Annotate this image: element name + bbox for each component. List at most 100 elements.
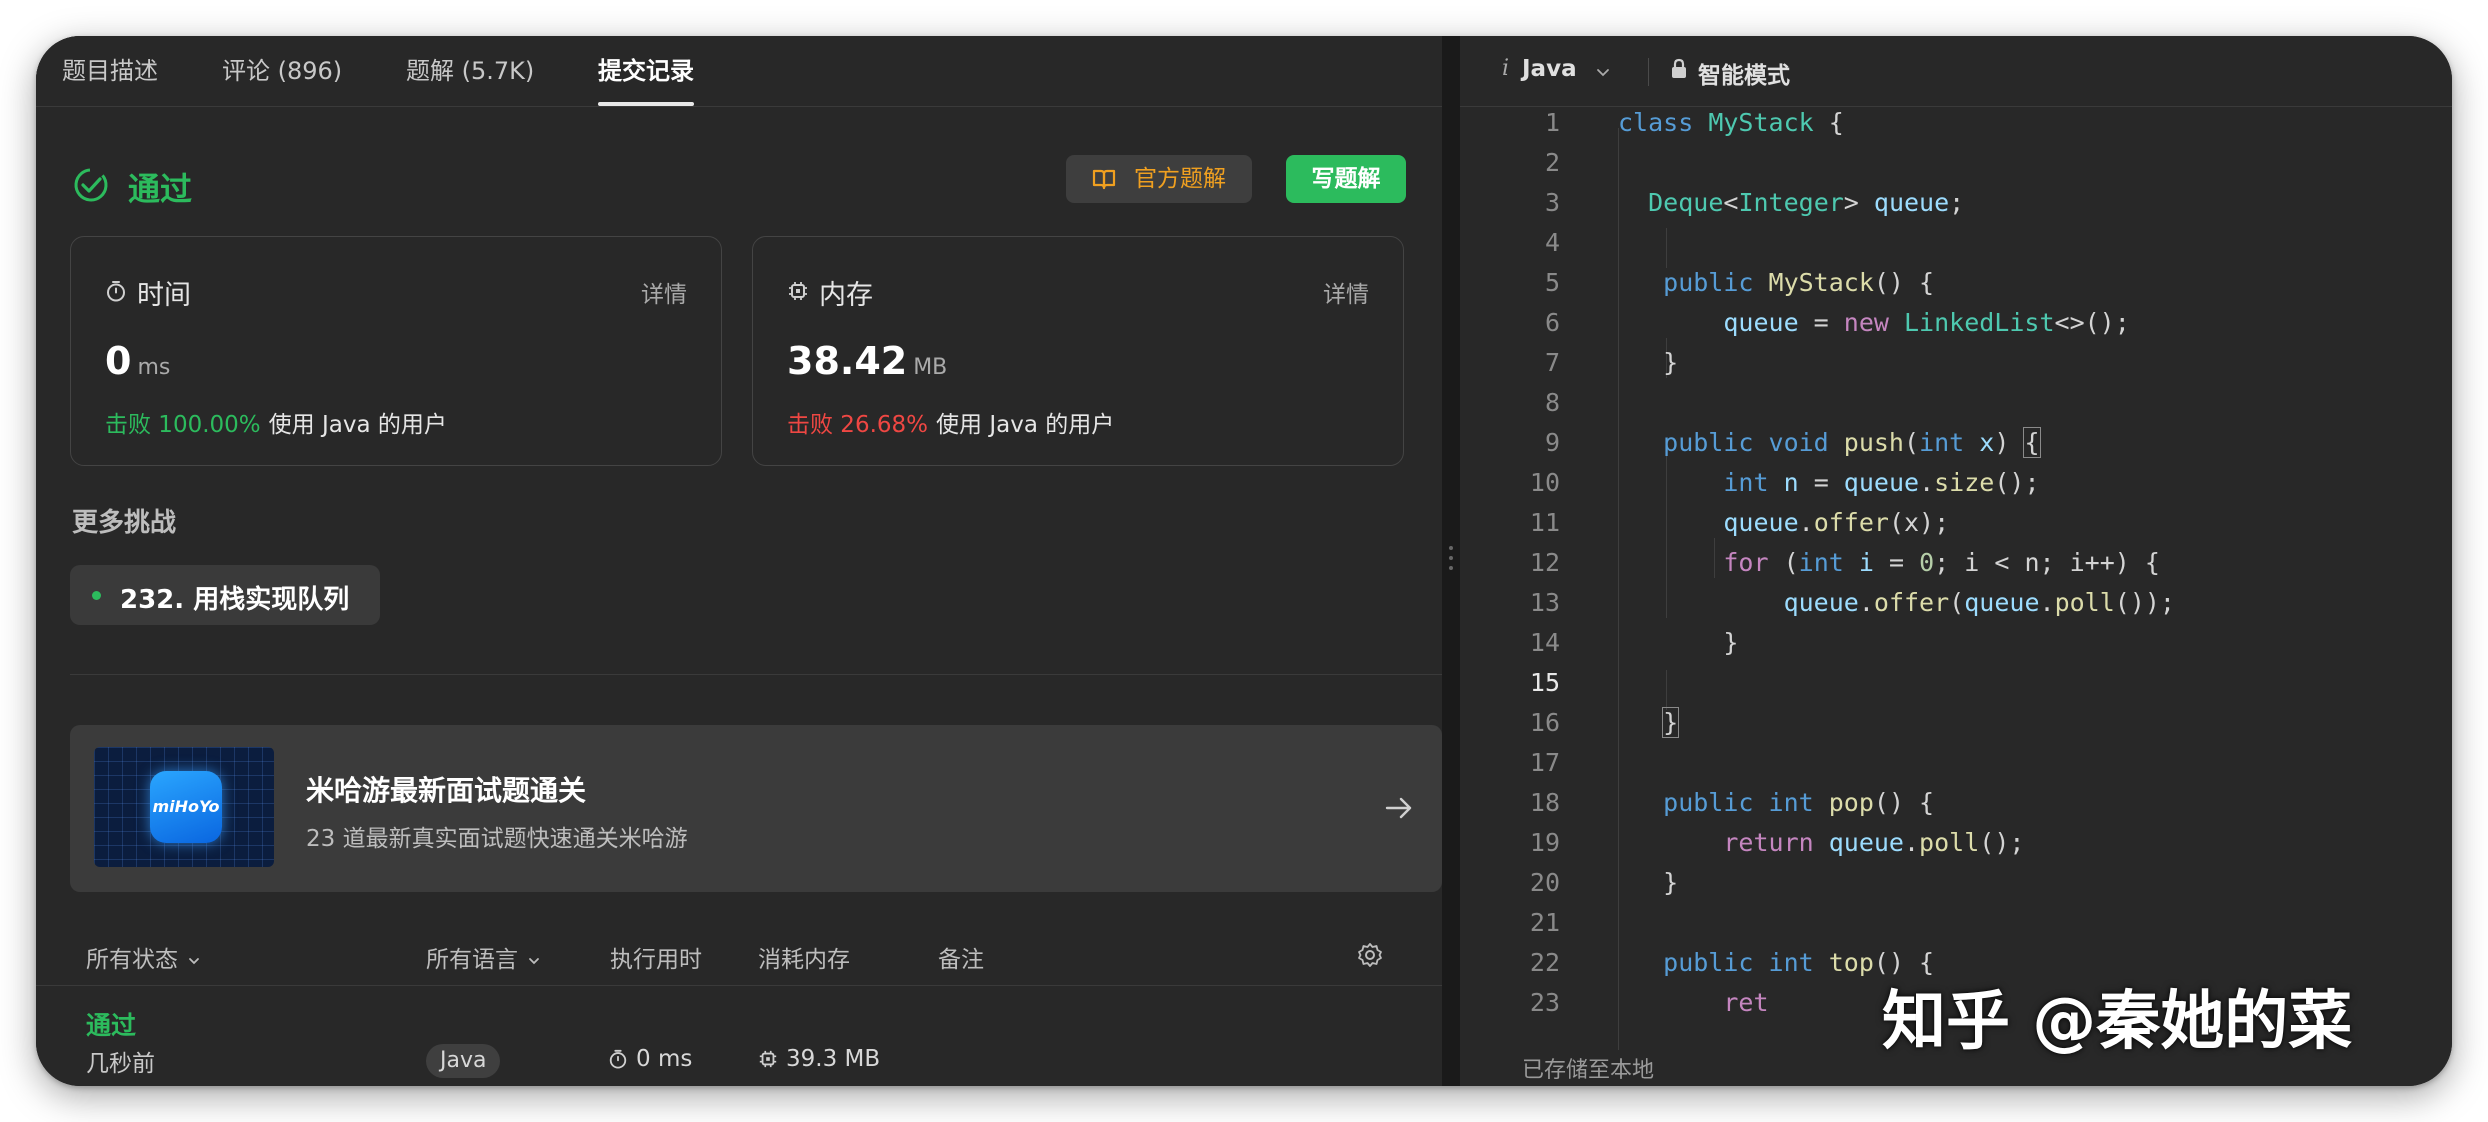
gear-icon[interactable] bbox=[1356, 941, 1384, 969]
tab-solutions[interactable]: 题解 (5.7K) bbox=[406, 36, 534, 107]
tab-bar: 题目描述 评论 (896) 题解 (5.7K) 提交记录 bbox=[36, 36, 1442, 107]
code-line[interactable]: 3 Deque<Integer> queue; bbox=[1460, 188, 2452, 228]
tab-submissions[interactable]: 提交记录 bbox=[598, 36, 694, 107]
row-memory: 39.3 MB bbox=[758, 1046, 880, 1072]
code-line[interactable]: 1 class MyStack { bbox=[1460, 108, 2452, 148]
code-token: ( bbox=[1949, 588, 1965, 617]
write-solution-button[interactable]: 写题解 bbox=[1286, 155, 1406, 203]
runtime-unit: ms bbox=[137, 355, 171, 380]
status-filter-label: 所有状态 bbox=[86, 947, 178, 973]
chevron-down-icon bbox=[189, 957, 199, 964]
line-number: 18 bbox=[1529, 788, 1560, 817]
code-token: size bbox=[1934, 468, 1995, 497]
language-selector[interactable]: Java bbox=[1522, 56, 1577, 82]
code-token: = bbox=[1798, 468, 1844, 497]
check-circle-icon bbox=[74, 168, 108, 202]
code-token: public bbox=[1663, 268, 1769, 297]
promo-banner[interactable]: miHoYo 米哈游最新面试题通关 23 道最新真实面试题快速通关米哈游 bbox=[70, 725, 1442, 892]
code-line[interactable]: 17 bbox=[1460, 748, 2452, 788]
code-line[interactable]: 4 bbox=[1460, 228, 2452, 268]
code-line[interactable]: 13 queue.offer(queue.poll()); bbox=[1460, 588, 2452, 628]
official-solution-button[interactable]: 官方题解 bbox=[1066, 155, 1252, 203]
line-number: 22 bbox=[1529, 948, 1560, 977]
code-token: < bbox=[1723, 188, 1739, 217]
code-line[interactable]: 16 } bbox=[1460, 707, 2452, 748]
code-token: ; i < n; i++) { bbox=[1934, 548, 2160, 577]
code-token: queue bbox=[1964, 588, 2040, 617]
code-token: . bbox=[1798, 508, 1814, 537]
row-status[interactable]: 通过 bbox=[86, 1006, 136, 1042]
chevron-down-icon[interactable] bbox=[1596, 66, 1610, 80]
code-token: pop bbox=[1828, 788, 1874, 817]
code-token: public bbox=[1663, 948, 1769, 977]
code-line[interactable]: 11 queue.offer(x); bbox=[1460, 508, 2452, 548]
line-number: 20 bbox=[1529, 868, 1560, 897]
panel-resize-handle[interactable] bbox=[1442, 36, 1460, 1086]
line-number: 16 bbox=[1529, 708, 1560, 737]
code-line[interactable]: 18 public int pop() { bbox=[1460, 788, 2452, 828]
row-runtime-value: 0 ms bbox=[636, 1046, 693, 1072]
submission-panel: 题目描述 评论 (896) 题解 (5.7K) 提交记录 通过 官方题解 写题解 bbox=[36, 36, 1442, 1086]
arrow-right-icon bbox=[1385, 797, 1412, 819]
code-token: > bbox=[1843, 188, 1874, 217]
code-token: ) bbox=[1994, 428, 2025, 457]
tab-description[interactable]: 题目描述 bbox=[62, 36, 158, 107]
code-token: = bbox=[1873, 548, 1920, 577]
code-text: } bbox=[1618, 868, 1678, 897]
line-number: 7 bbox=[1544, 348, 1560, 377]
status-filter[interactable]: 所有状态 bbox=[86, 940, 200, 974]
code-line[interactable]: 9 public void push(int x) { bbox=[1460, 427, 2452, 468]
editor-toolbar: i Java 智能模式 bbox=[1460, 36, 2452, 107]
zhihu-watermark: 知乎 @秦她的菜 bbox=[1882, 985, 2353, 1059]
runtime-detail-link[interactable]: 详情 bbox=[641, 275, 687, 309]
line-number: 8 bbox=[1544, 388, 1560, 417]
code-line[interactable]: 20 } bbox=[1460, 868, 2452, 908]
code-line[interactable]: 10 int n = queue.size(); bbox=[1460, 468, 2452, 508]
line-number: 11 bbox=[1529, 508, 1560, 537]
code-line[interactable]: 21 bbox=[1460, 908, 2452, 948]
code-token: = bbox=[1798, 308, 1844, 337]
lock-icon bbox=[1672, 58, 1686, 78]
row-memory-value: 39.3 MB bbox=[786, 1046, 881, 1072]
code-editor[interactable]: 1 class MyStack {2 3 Deque<Integer> queue;… bbox=[1460, 108, 2452, 1050]
code-token: Integer bbox=[1738, 188, 1844, 217]
memory-detail-link[interactable]: 详情 bbox=[1323, 275, 1369, 309]
code-line[interactable]: 5 public MyStack() { bbox=[1460, 268, 2452, 308]
code-token: for bbox=[1723, 548, 1784, 577]
code-token: Deque bbox=[1648, 188, 1724, 217]
code-line[interactable]: 6 queue = new LinkedList<>(); bbox=[1460, 308, 2452, 348]
grip-dot bbox=[1449, 546, 1453, 550]
code-token: . bbox=[2039, 588, 2055, 617]
code-token: { bbox=[2023, 427, 2041, 458]
code-token: () { bbox=[1873, 268, 1935, 297]
code-line[interactable]: 15 bbox=[1460, 668, 2452, 708]
code-text: public MyStack() { bbox=[1618, 268, 1934, 297]
code-line[interactable]: 7 } bbox=[1460, 348, 2452, 388]
code-text: for (int i = 0; i < n; i++) { bbox=[1618, 548, 2160, 577]
more-challenges-heading: 更多挑战 bbox=[72, 508, 177, 538]
code-token: } bbox=[1618, 348, 1679, 377]
tab-comments[interactable]: 评论 (896) bbox=[222, 36, 342, 107]
line-number: 14 bbox=[1529, 628, 1560, 657]
editor-mode[interactable]: 智能模式 bbox=[1698, 56, 1790, 90]
code-line[interactable]: 19 return queue.poll(); bbox=[1460, 828, 2452, 868]
code-line[interactable]: 2 bbox=[1460, 148, 2452, 188]
code-line[interactable]: 12 for (int i = 0; i < n; i++) { bbox=[1460, 548, 2452, 588]
code-token: i bbox=[1858, 548, 1874, 577]
language-filter[interactable]: 所有语言 bbox=[426, 940, 540, 974]
line-number: 13 bbox=[1529, 588, 1560, 617]
line-number: 21 bbox=[1529, 908, 1560, 937]
code-line[interactable]: 8 bbox=[1460, 388, 2452, 428]
code-token: offer bbox=[1813, 508, 1889, 537]
line-number: 9 bbox=[1544, 428, 1560, 457]
code-line[interactable]: 14 } bbox=[1460, 628, 2452, 668]
challenge-chip[interactable]: 232. 用栈实现队列 bbox=[70, 565, 380, 625]
table-row[interactable]: 通过 几秒前 Java 0 ms 39.3 MB bbox=[36, 988, 1442, 1086]
code-token: n bbox=[1783, 468, 1799, 497]
section-divider bbox=[70, 674, 1442, 675]
submissions-table-header: 所有状态 所有语言 执行用时 消耗内存 备注 bbox=[36, 936, 1442, 986]
